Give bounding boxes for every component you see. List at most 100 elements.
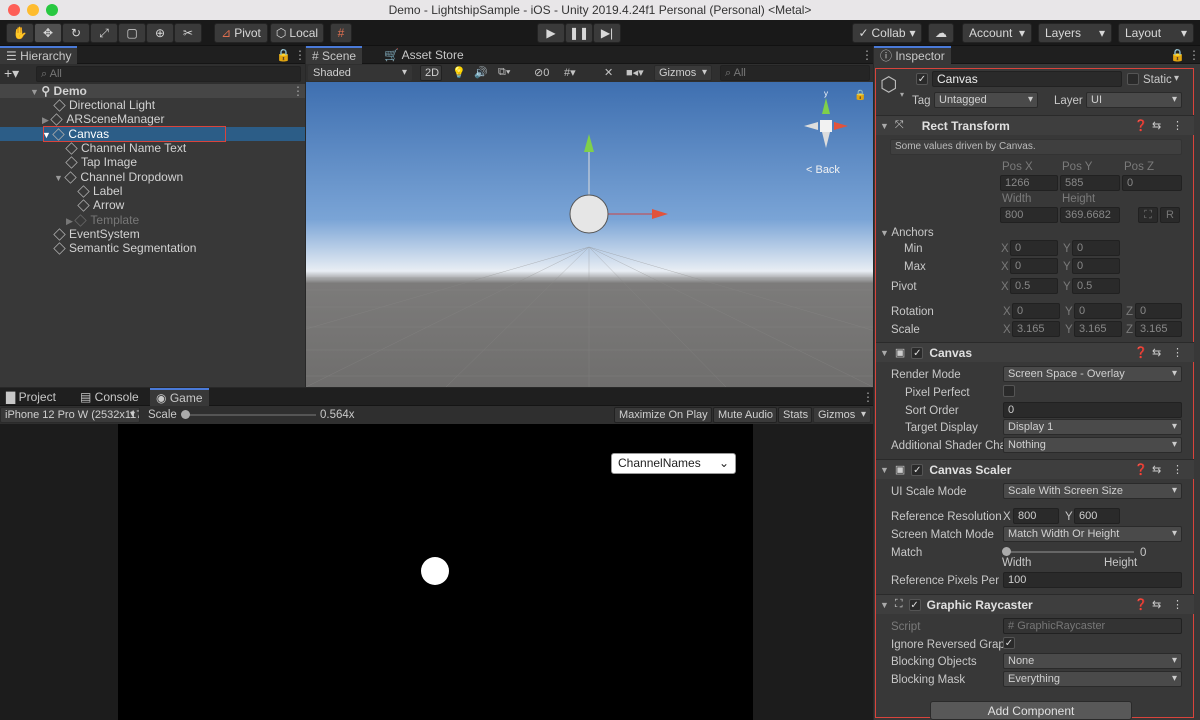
stats-toggle[interactable]: Stats xyxy=(778,407,812,423)
render-mode-dropdown[interactable]: Screen Space - Overlay xyxy=(1003,366,1182,382)
tree-item-semantic-segmentation[interactable]: Semantic Segmentation xyxy=(53,241,196,256)
cloud-button[interactable]: ☁ xyxy=(928,23,954,43)
anchor-max-x-field[interactable]: 0 xyxy=(1010,258,1058,274)
more-menu-icon[interactable]: ⋮ xyxy=(1172,598,1183,611)
canvas-scaler-header[interactable]: ▼ ▣ ✓ Canvas Scaler ❓ ⇆ ⋮ xyxy=(876,459,1194,479)
help-icon[interactable]: ❓ xyxy=(1134,463,1148,476)
additional-shader-dropdown[interactable]: Nothing xyxy=(1003,437,1182,453)
anchor-min-x-field[interactable]: 0 xyxy=(1010,240,1058,256)
canvas-component-header[interactable]: ▼ ▣ ✓ Canvas ❓ ⇆ ⋮ xyxy=(876,342,1194,362)
collab-button[interactable]: ✓ Collab ▾ xyxy=(852,23,922,43)
tree-item-arrow[interactable]: Arrow xyxy=(77,198,124,213)
tab-asset-store[interactable]: 🛒 Asset Store xyxy=(378,46,470,64)
camera-icon[interactable]: ■◂▾ xyxy=(626,66,644,79)
rect-tool-button[interactable]: ▢ xyxy=(118,23,146,43)
tree-item-template[interactable]: ▶ Template xyxy=(66,213,139,228)
scene-back-label[interactable]: < Back xyxy=(806,164,840,176)
channel-names-dropdown[interactable]: ChannelNames ⌄ xyxy=(611,453,736,474)
screen-match-mode-dropdown[interactable]: Match Width Or Height xyxy=(1003,526,1182,542)
2d-toggle[interactable]: 2D xyxy=(420,65,442,81)
shading-dropdown[interactable]: Shaded xyxy=(308,65,412,81)
blueprint-button[interactable]: ⛶ xyxy=(1138,207,1158,223)
rotate-tool-button[interactable]: ↻ xyxy=(62,23,90,43)
lock-icon[interactable]: 🔒 xyxy=(854,90,866,101)
zoom-window-button[interactable] xyxy=(46,4,58,16)
raw-edit-button[interactable]: R xyxy=(1160,207,1180,223)
match-slider-thumb[interactable] xyxy=(1002,547,1011,556)
layer-dropdown[interactable]: UI xyxy=(1086,92,1182,108)
pause-button[interactable]: ❚❚ xyxy=(565,23,593,43)
add-icon[interactable]: +▾ xyxy=(4,65,19,82)
more-menu-icon[interactable]: ⋮ xyxy=(861,48,873,62)
resolution-dropdown[interactable]: iPhone 12 Pro W (2532x1170) xyxy=(0,407,140,423)
pos-y-field[interactable]: 585 xyxy=(1060,175,1120,191)
tree-item-eventsystem[interactable]: EventSystem xyxy=(53,227,140,242)
static-checkbox[interactable] xyxy=(1127,73,1139,85)
pos-z-field[interactable]: 0 xyxy=(1122,175,1182,191)
more-menu-icon[interactable]: ⋮ xyxy=(294,48,306,62)
rect-transform-header[interactable]: ▼ ⤧ Rect Transform ❓ ⇆ ⋮ xyxy=(876,115,1194,135)
width-field[interactable]: 800 xyxy=(1000,207,1058,223)
more-menu-icon[interactable]: ⋮ xyxy=(1172,346,1183,359)
rot-x-field[interactable]: 0 xyxy=(1012,303,1060,319)
anchor-max-y-field[interactable]: 0 xyxy=(1072,258,1120,274)
layers-dropdown[interactable]: Layers ▾ xyxy=(1038,23,1112,43)
tab-inspector[interactable]: ⓘ Inspector xyxy=(874,46,951,64)
scale-slider-track[interactable] xyxy=(184,414,316,416)
blocking-mask-dropdown[interactable]: Everything xyxy=(1003,671,1182,687)
canvas-scaler-enabled-checkbox[interactable]: ✓ xyxy=(911,463,924,476)
game-gizmos-dropdown[interactable]: Gizmos xyxy=(813,407,871,423)
grid-toggle-icon[interactable]: #▾ xyxy=(564,66,576,79)
scene-search-input[interactable]: ⌕ All xyxy=(720,65,870,81)
grid-snap-button[interactable]: # xyxy=(330,23,352,43)
canvas-enabled-checkbox[interactable]: ✓ xyxy=(911,346,924,359)
presets-icon[interactable]: ⇆ xyxy=(1152,463,1161,476)
blocking-objects-dropdown[interactable]: None xyxy=(1003,653,1182,669)
pivot-y-field[interactable]: 0.5 xyxy=(1072,278,1120,294)
account-dropdown[interactable]: Account ▾ xyxy=(962,23,1032,43)
more-menu-icon[interactable]: ⋮ xyxy=(1188,48,1200,62)
tag-dropdown[interactable]: Untagged xyxy=(934,92,1038,108)
tab-game[interactable]: ◉ Game xyxy=(150,388,209,406)
scale-y-field[interactable]: 3.165 xyxy=(1074,321,1122,337)
lighting-icon[interactable]: 💡 xyxy=(452,66,466,79)
graphic-raycaster-enabled-checkbox[interactable]: ✓ xyxy=(908,598,921,611)
sort-order-field[interactable]: 0 xyxy=(1003,402,1182,418)
hand-tool-button[interactable]: ✋ xyxy=(6,23,34,43)
ref-y-field[interactable]: 600 xyxy=(1074,508,1120,524)
presets-icon[interactable]: ⇆ xyxy=(1152,598,1161,611)
chevron-down-icon[interactable]: ▾ xyxy=(1174,73,1179,84)
scale-z-field[interactable]: 3.165 xyxy=(1135,321,1182,337)
scale-x-field[interactable]: 3.165 xyxy=(1012,321,1060,337)
hidden-objects-icon[interactable]: ⊘0 xyxy=(534,66,549,79)
effects-icon[interactable]: ⧉▾ xyxy=(498,66,510,79)
target-display-dropdown[interactable]: Display 1 xyxy=(1003,419,1182,435)
anchor-min-y-field[interactable]: 0 xyxy=(1072,240,1120,256)
tree-item-tap-image[interactable]: Tap Image xyxy=(65,155,137,170)
help-icon[interactable]: ❓ xyxy=(1134,598,1148,611)
tree-item-canvas[interactable]: ▼ Canvas xyxy=(42,127,109,142)
graphic-raycaster-header[interactable]: ▼ ⛶ ✓ Graphic Raycaster ❓ ⇆ ⋮ xyxy=(876,594,1194,614)
gizmos-dropdown[interactable]: Gizmos xyxy=(654,65,712,81)
more-menu-icon[interactable]: ⋮ xyxy=(1172,463,1183,476)
maximize-on-play-toggle[interactable]: Maximize On Play xyxy=(614,407,712,423)
pos-x-field[interactable]: 1266 xyxy=(1000,175,1058,191)
scene-viewport[interactable]: y 🔒 < Back xyxy=(306,82,873,387)
pivot-toggle-button[interactable]: ⊿ Pivot xyxy=(214,23,268,43)
presets-icon[interactable]: ⇆ xyxy=(1152,346,1161,359)
close-window-button[interactable] xyxy=(8,4,20,16)
help-icon[interactable]: ❓ xyxy=(1134,119,1148,132)
tree-item-arscenemanager[interactable]: ▶ ARSceneManager xyxy=(42,112,164,127)
lock-icon[interactable]: 🔒 xyxy=(1170,48,1185,62)
rot-y-field[interactable]: 0 xyxy=(1074,303,1122,319)
rot-z-field[interactable]: 0 xyxy=(1135,303,1182,319)
anchors-foldout[interactable]: ▼ Anchors xyxy=(880,226,934,240)
audio-icon[interactable]: 🔊 xyxy=(474,66,488,79)
add-component-button[interactable]: Add Component xyxy=(930,701,1132,720)
scene-orientation-gizmo[interactable]: y xyxy=(796,89,856,160)
tools-icon[interactable]: ✕ xyxy=(604,66,613,79)
tab-hierarchy[interactable]: ☰ Hierarchy xyxy=(0,46,78,64)
scale-tool-button[interactable]: ⤢ xyxy=(90,23,118,43)
pixel-perfect-checkbox[interactable] xyxy=(1003,385,1015,397)
match-slider-track[interactable] xyxy=(1006,551,1134,553)
